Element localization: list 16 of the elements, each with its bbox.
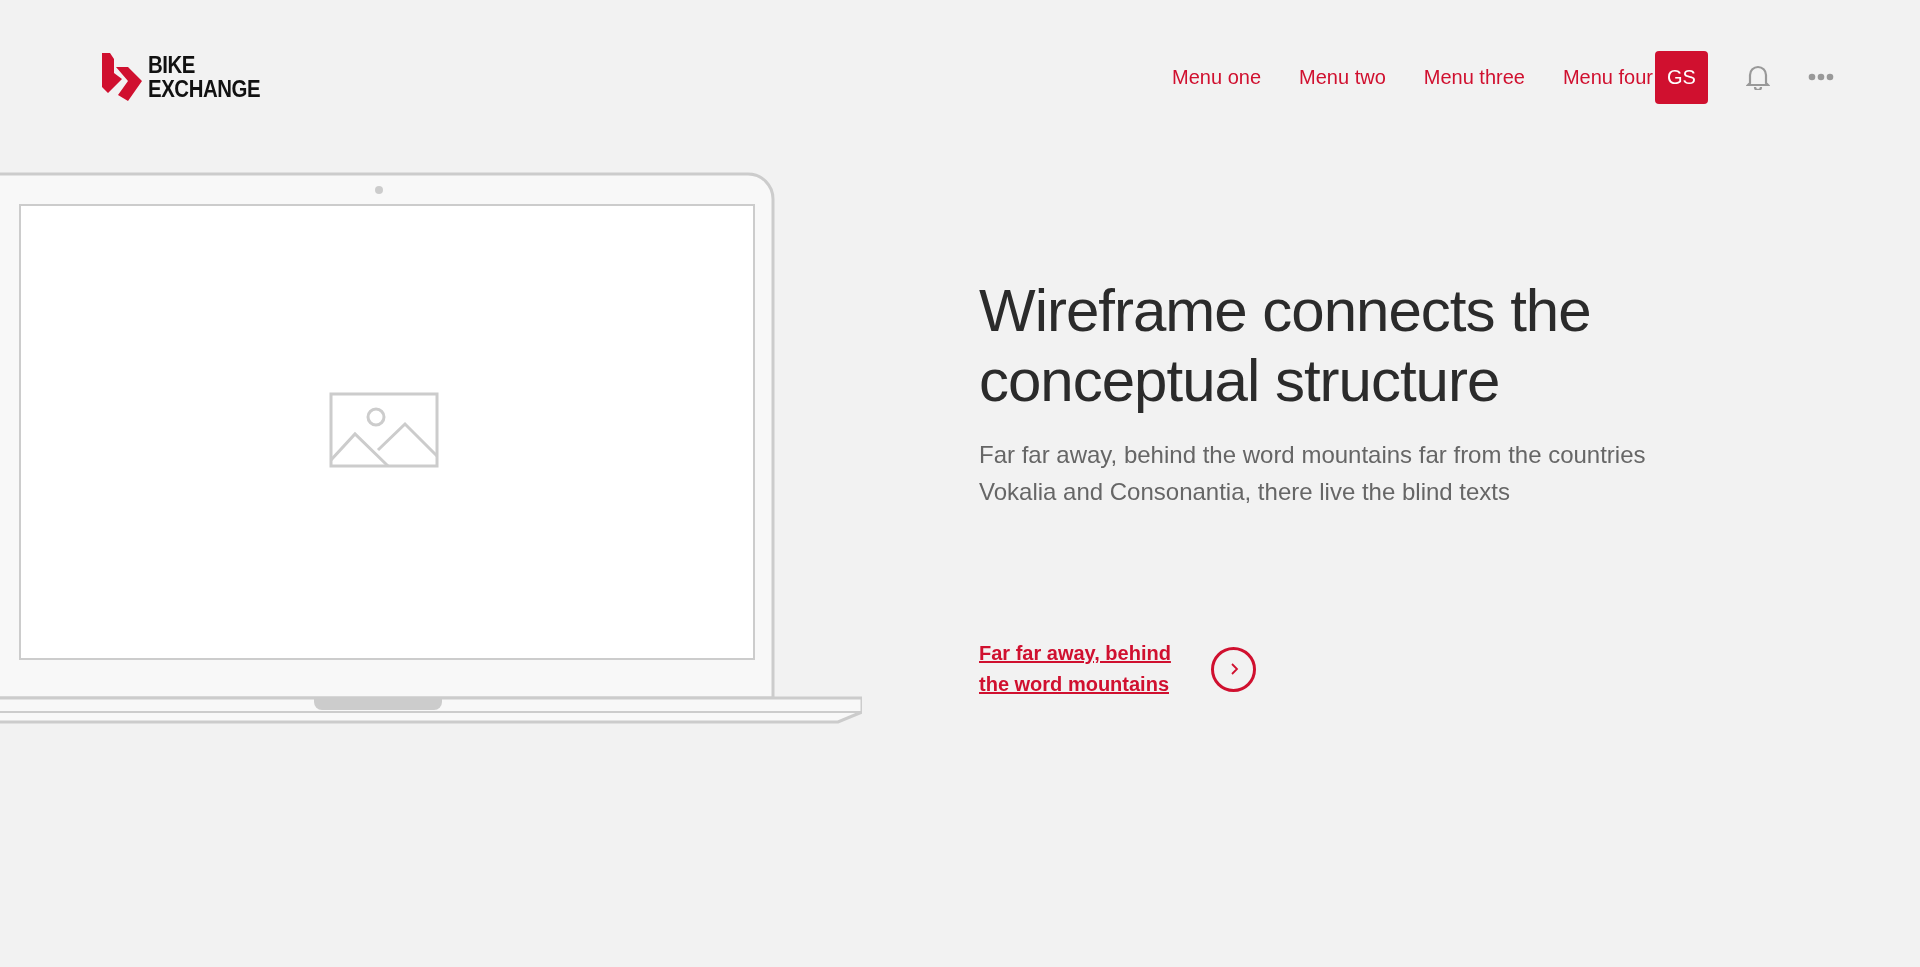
hero-link[interactable]: Far far away, behind the word mountains [979,638,1189,700]
user-avatar[interactable]: GS [1655,50,1708,104]
more-icon[interactable] [1808,73,1834,81]
image-placeholder-icon [329,392,439,468]
next-button[interactable] [1211,646,1256,692]
nav-link[interactable]: Menu three [1423,65,1525,89]
nav-link[interactable]: Menu two [1299,65,1386,89]
hero-title: Wireframe connects the conceptual structure [979,276,1592,416]
nav-link[interactable]: Menu four [1562,65,1653,89]
notification-icon[interactable] [1746,64,1770,90]
chevron-right-icon [1228,662,1239,676]
logo-text: EXCHANGE [148,77,261,101]
logo-mark-icon [100,53,142,101]
nav-link[interactable]: Menu one [1172,65,1262,89]
hero-text: Far far away, behind the word mountains far from the countries Vokalia and Consonantia, there live the blind texts [979,440,1647,507]
logo-text: BIKE [148,53,196,77]
